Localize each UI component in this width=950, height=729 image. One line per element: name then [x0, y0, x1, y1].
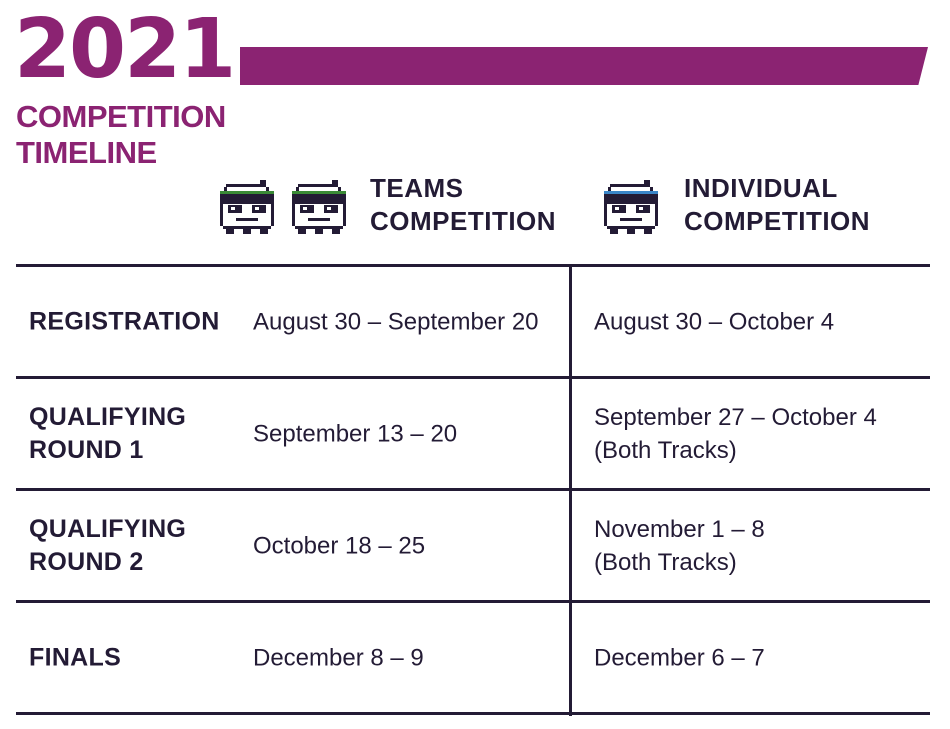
table-row: QUALIFYING ROUND 1 September 13 – 20 Sep… [16, 379, 930, 489]
individual-date: December 6 – 7 [594, 642, 765, 675]
row-label-line-1: REGISTRATION [29, 307, 220, 336]
table-row: QUALIFYING ROUND 2 October 18 – 25 Novem… [16, 491, 930, 601]
individual-date: September 27 – October 4 (Both Tracks) [594, 401, 877, 467]
teams-date: September 13 – 20 [253, 420, 458, 448]
individual-date-line-1: December 6 – 7 [594, 644, 765, 672]
individual-date-line-1: November 1 – 8 [594, 516, 765, 543]
page-subtitle: COMPETITION TIMELINE [16, 99, 226, 171]
individual-date-line-1: August 30 – October 4 [594, 308, 835, 336]
individual-date: August 30 – October 4 [594, 306, 834, 339]
row-label: QUALIFYING ROUND 1 [29, 401, 186, 467]
pixel-character-icon [604, 180, 658, 234]
row-label-line-2: ROUND 1 [29, 436, 144, 464]
individual-date-line-1: September 27 – October 4 [594, 404, 877, 431]
year-title: 2021 [14, 2, 236, 97]
banner-bar [240, 47, 928, 85]
individual-date: November 1 – 8 (Both Tracks) [594, 513, 765, 579]
teams-heading-line-1: TEAMS [370, 173, 464, 203]
teams-heading-line-2: COMPETITION [370, 206, 557, 236]
subtitle-line-1: COMPETITION [16, 99, 226, 134]
row-label: QUALIFYING ROUND 2 [29, 513, 186, 579]
row-label: FINALS [29, 642, 121, 675]
table-row: FINALS December 8 – 9 December 6 – 7 [16, 603, 930, 713]
row-label-line-2: ROUND 2 [29, 548, 144, 576]
pixel-character-icon [292, 180, 346, 234]
individual-date-line-2: (Both Tracks) [594, 437, 737, 464]
subtitle-line-2: TIMELINE [16, 135, 157, 170]
individual-date-line-2: (Both Tracks) [594, 549, 737, 576]
individual-competition-heading: INDIVIDUAL COMPETITION [684, 172, 870, 238]
individual-heading-line-1: INDIVIDUAL [684, 173, 838, 203]
teams-competition-heading: TEAMS COMPETITION [370, 172, 556, 238]
row-label-line-1: QUALIFYING [29, 515, 187, 543]
individual-heading-line-2: COMPETITION [684, 206, 871, 236]
teams-date: August 30 – September 20 [253, 308, 539, 336]
pixel-character-icon [220, 180, 274, 234]
table-row: REGISTRATION August 30 – September 20 Au… [16, 267, 930, 377]
row-label-line-1: FINALS [29, 643, 122, 672]
row-label-line-1: QUALIFYING [29, 403, 187, 431]
teams-date: December 8 – 9 [253, 644, 424, 672]
row-label: REGISTRATION [29, 306, 220, 339]
teams-date: October 18 – 25 [253, 532, 426, 560]
